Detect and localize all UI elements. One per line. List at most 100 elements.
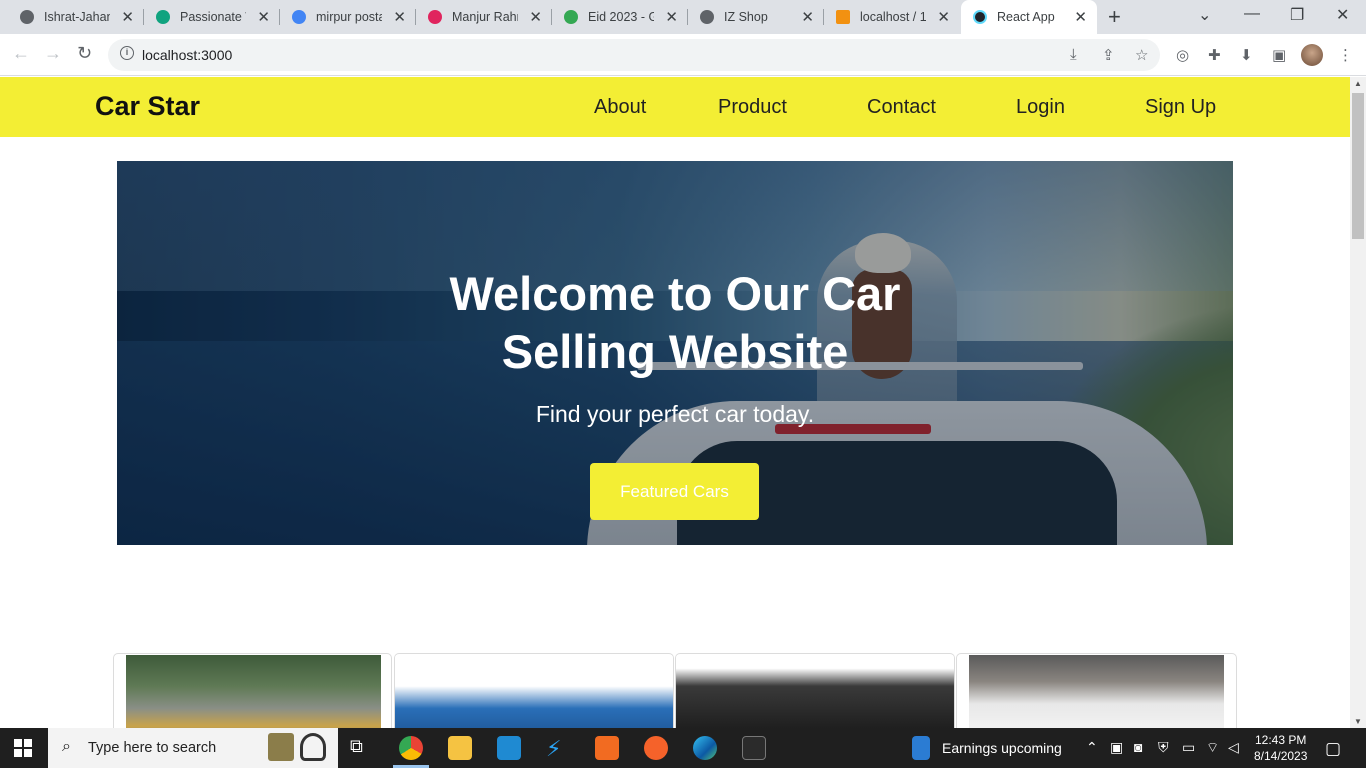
windows-start-icon[interactable] — [14, 739, 32, 757]
close-tab-icon[interactable]: ✕ — [665, 8, 678, 26]
file-explorer-icon[interactable] — [448, 736, 472, 760]
scroll-down-icon[interactable]: ▼ — [1354, 717, 1362, 726]
bookmark-star-icon[interactable]: ☆ — [1135, 46, 1148, 64]
browser-toolbar: ← → ↻ i localhost:3000 ⤓ ⇪ ☆ ◎ ✚ ⬇ ▣ ⋮ — [0, 34, 1366, 76]
xampp-icon[interactable] — [595, 736, 619, 760]
wifi-icon[interactable]: ⌔ — [1206, 739, 1219, 757]
task-view-icon[interactable]: ⧉ — [350, 736, 374, 760]
show-hidden-icons-icon[interactable]: ⌃ — [1086, 739, 1098, 756]
nav-about[interactable]: About — [594, 96, 646, 119]
globe-icon — [20, 10, 34, 24]
browser-tab[interactable]: Ishrat-Jahan ✕ — [0, 0, 144, 34]
url-text[interactable]: localhost:3000 — [142, 47, 232, 63]
car-image[interactable] — [395, 655, 673, 728]
defender-icon[interactable]: ⛨ — [1158, 739, 1169, 756]
car-image[interactable] — [969, 655, 1224, 728]
page-viewport: Car Star About Product Contact Login Sig… — [0, 77, 1350, 728]
tray-camera-icon[interactable]: ◙ — [1134, 739, 1142, 755]
tab-title: Passionate W — [180, 10, 246, 24]
browser-tab[interactable]: Passionate W ✕ — [144, 0, 280, 34]
tray-app-icon[interactable]: ▣ — [1110, 739, 1123, 756]
tab-title: IZ Shop — [724, 10, 768, 24]
new-tab-icon[interactable]: + — [1108, 4, 1121, 30]
terminal-icon[interactable] — [742, 736, 766, 760]
downloads-icon[interactable]: ⬇ — [1240, 46, 1253, 64]
tab-search-icon[interactable]: ⌄ — [1198, 5, 1211, 25]
tab-title: Manjur Rahm — [452, 10, 518, 24]
browser-tab-active[interactable]: React App ✕ — [961, 0, 1097, 34]
browser-tab[interactable]: localhost / 12 ✕ — [824, 0, 960, 34]
battery-icon[interactable]: ▭ — [1182, 739, 1195, 756]
forward-icon[interactable]: → — [44, 43, 62, 64]
extension-icon[interactable]: ◎ — [1176, 46, 1189, 64]
car-image[interactable] — [676, 655, 954, 728]
car-image[interactable] — [126, 655, 381, 728]
tab-title: mirpur postal — [316, 10, 382, 24]
start-tile — [24, 739, 32, 747]
close-tab-icon[interactable]: ✕ — [393, 8, 406, 26]
car-card[interactable] — [956, 653, 1237, 728]
nav-contact[interactable]: Contact — [867, 96, 936, 119]
close-tab-icon[interactable]: ✕ — [1074, 8, 1087, 26]
news-widget-text[interactable]: Earnings upcoming — [942, 740, 1062, 756]
browser-tab[interactable]: mirpur postal ✕ — [280, 0, 416, 34]
minimize-icon[interactable]: — — [1244, 5, 1260, 23]
scrollbar-thumb[interactable] — [1352, 93, 1364, 239]
taskbar-clock[interactable]: 12:43 PM 8/14/2023 — [1254, 732, 1307, 764]
tab-title: Eid 2023 - Go — [588, 10, 654, 24]
start-tile — [14, 749, 22, 757]
news-widget-icon[interactable] — [912, 736, 930, 760]
car-card[interactable] — [394, 653, 674, 728]
car-card[interactable] — [113, 653, 392, 728]
bolt-app-icon[interactable]: ⚡ — [546, 736, 570, 761]
share-icon[interactable]: ⇪ — [1102, 46, 1115, 64]
browser-tab[interactable]: Eid 2023 - Go ✕ — [552, 0, 688, 34]
tab-title: Ishrat-Jahan — [44, 10, 110, 24]
nav-login[interactable]: Login — [1016, 96, 1065, 119]
restore-icon[interactable]: ❐ — [1290, 5, 1304, 25]
notifications-icon[interactable]: ▢ — [1325, 739, 1341, 759]
puzzle-extensions-icon[interactable]: ✚ — [1208, 46, 1221, 64]
nav-product[interactable]: Product — [718, 96, 787, 119]
hero-title-line: Welcome to Our Car — [449, 267, 901, 320]
site-info-icon[interactable]: i — [120, 46, 134, 60]
edge-icon[interactable] — [693, 736, 717, 760]
scroll-up-icon[interactable]: ▲ — [1354, 79, 1362, 88]
chrome-icon[interactable] — [399, 736, 423, 760]
close-tab-icon[interactable]: ✕ — [257, 8, 270, 26]
vscode-icon[interactable] — [497, 736, 521, 760]
close-window-icon[interactable]: ✕ — [1336, 5, 1349, 25]
search-highlight-icon — [268, 733, 294, 761]
chatgpt-icon — [156, 10, 170, 24]
featured-cars-button[interactable]: Featured Cars — [590, 463, 759, 520]
taskbar-search[interactable]: ⌕ Type here to search — [48, 728, 338, 768]
address-bar[interactable]: i localhost:3000 ⤓ ⇪ ☆ — [108, 39, 1160, 71]
reload-icon[interactable]: ↻ — [77, 43, 92, 64]
close-tab-icon[interactable]: ✕ — [801, 8, 814, 26]
hero-banner: Welcome to Our Car Selling Website Find … — [117, 161, 1233, 545]
start-tile — [14, 739, 22, 747]
windows-taskbar: ⌕ Type here to search ⧉ ⚡ Earnings upcom… — [0, 728, 1366, 768]
nav-signup[interactable]: Sign Up — [1145, 96, 1216, 119]
page-scrollbar[interactable]: ▲ ▼ — [1350, 77, 1366, 728]
hero-title-line: Selling Website — [501, 325, 849, 378]
tab-title: localhost / 12 — [860, 10, 926, 24]
car-card[interactable] — [675, 653, 955, 728]
tab-title: React App — [997, 10, 1055, 24]
site-logo-icon — [428, 10, 442, 24]
install-icon[interactable]: ⤓ — [1070, 46, 1077, 63]
brand-logo[interactable]: Car Star — [95, 91, 200, 122]
browser-tab[interactable]: Manjur Rahm ✕ — [416, 0, 552, 34]
close-tab-icon[interactable]: ✕ — [937, 8, 950, 26]
side-panel-icon[interactable]: ▣ — [1272, 46, 1286, 64]
close-tab-icon[interactable]: ✕ — [529, 8, 542, 26]
profile-avatar[interactable] — [1301, 44, 1323, 66]
postman-icon[interactable] — [644, 736, 668, 760]
volume-icon[interactable]: ◁ — [1228, 739, 1239, 756]
headphones-icon — [300, 733, 326, 761]
menu-kebab-icon[interactable]: ⋮ — [1338, 46, 1353, 64]
back-icon[interactable]: ← — [12, 43, 30, 64]
close-tab-icon[interactable]: ✕ — [121, 8, 134, 26]
browser-tab[interactable]: IZ Shop ✕ — [688, 0, 824, 34]
globe-icon — [700, 10, 714, 24]
